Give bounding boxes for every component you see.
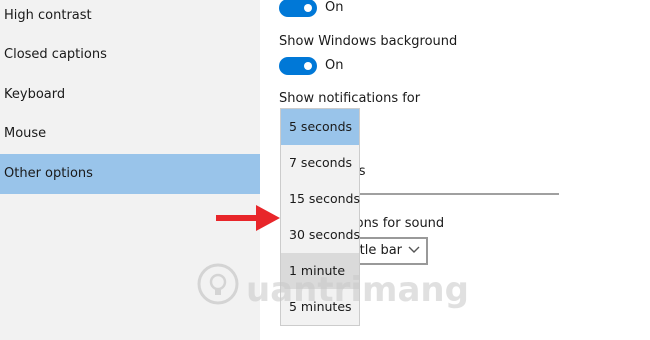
watermark-text: uantrimang	[246, 270, 469, 310]
sidebar-item-other-options[interactable]: Other options	[0, 154, 260, 194]
sidebar-item-mouse[interactable]: Mouse	[0, 114, 260, 154]
show-windows-background-toggle[interactable]	[279, 57, 317, 75]
sidebar-item-high-contrast[interactable]: High contrast	[0, 0, 260, 36]
dropdown-option-15-seconds[interactable]: 15 seconds	[281, 181, 360, 217]
red-arrow-icon	[216, 205, 280, 231]
dropdown-option-7-seconds[interactable]: 7 seconds	[281, 145, 359, 181]
show-windows-background-label: Show Windows background	[279, 34, 458, 49]
sidebar-item-closed-captions[interactable]: Closed captions	[0, 35, 260, 75]
sound-visual-select-value: itle bar	[356, 243, 403, 258]
partial-label-sound: ions for sound	[352, 216, 445, 231]
top-toggle-state: On	[325, 0, 344, 15]
dropdown-option-5-seconds[interactable]: 5 seconds	[281, 109, 359, 145]
toggle-knob-icon	[304, 62, 312, 70]
sidebar-item-keyboard[interactable]: Keyboard	[0, 75, 260, 115]
show-windows-background-state: On	[325, 58, 344, 73]
chevron-down-icon	[408, 246, 420, 253]
dropdown-option-30-seconds[interactable]: 30 seconds	[281, 217, 360, 253]
toggle-knob-icon	[304, 4, 312, 12]
top-toggle-switch[interactable]	[279, 0, 317, 17]
watermark-logo-icon	[197, 263, 239, 305]
thickness-slider[interactable]	[340, 193, 559, 195]
show-notifications-label: Show notifications for	[279, 91, 421, 106]
